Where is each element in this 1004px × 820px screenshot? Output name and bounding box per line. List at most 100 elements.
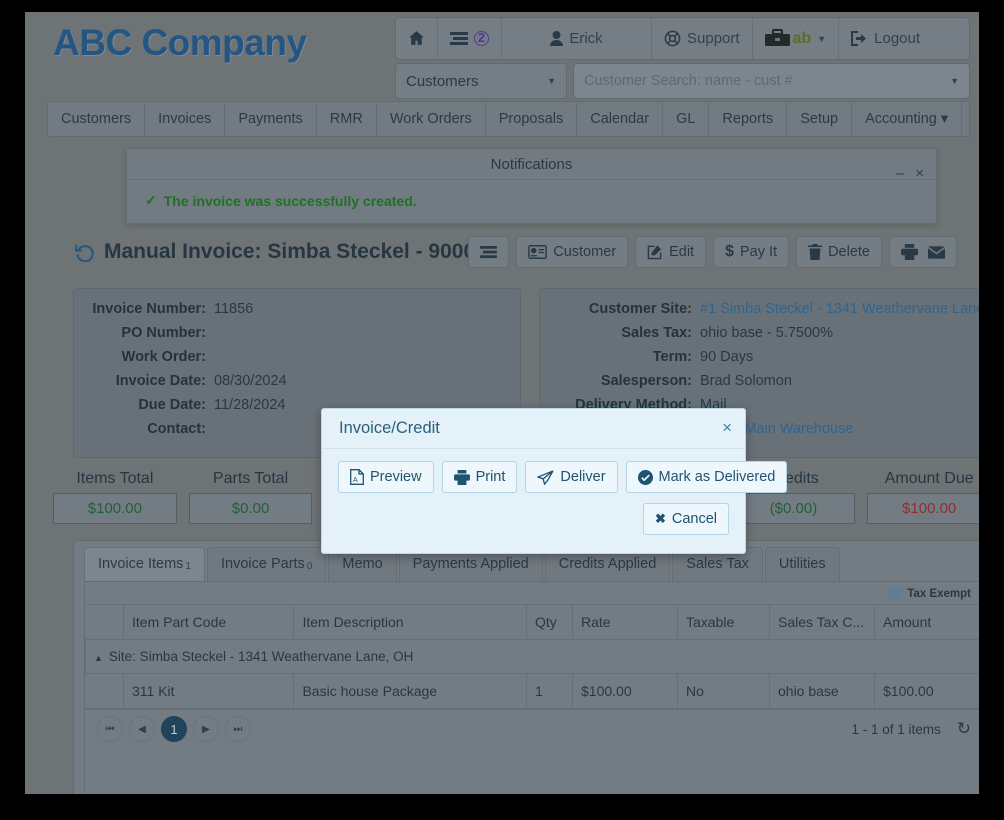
tab-utilities[interactable]: Utilities <box>764 547 840 581</box>
table-row[interactable]: 311 Kit Basic house Package 1 $100.00 No… <box>85 673 979 709</box>
customer-button[interactable]: Customer <box>516 236 629 268</box>
notifications-panel: Notifications – × ✓ The invoice was succ… <box>126 148 937 224</box>
history-icon[interactable] <box>75 243 94 262</box>
first-page-button[interactable]: ⏮ <box>97 716 123 742</box>
total-amount-due: Amount Due $100.00 <box>861 470 979 524</box>
dialog-title: Invoice/Credit <box>339 418 440 437</box>
dialog-body: A Preview Print Deliver Mark as Delivere… <box>322 449 788 493</box>
home-button[interactable] <box>396 18 438 59</box>
logout-button[interactable]: Logout <box>839 18 932 59</box>
nav-calendar[interactable]: Calendar <box>577 102 664 136</box>
group-row-label: Site: Simba Steckel - 1341 Weathervane L… <box>108 649 414 664</box>
field-label: Term: <box>652 349 692 365</box>
nav-gl[interactable]: GL <box>663 102 710 136</box>
svg-text:A: A <box>353 477 358 484</box>
preview-button[interactable]: A Preview <box>338 461 434 493</box>
company-switcher[interactable]: ab ▼ <box>753 18 840 59</box>
nav-work-orders[interactable]: Work Orders <box>377 102 486 136</box>
close-icon[interactable]: × <box>722 418 732 438</box>
nav-rmr[interactable]: RMR <box>317 102 377 136</box>
minimize-icon[interactable]: – <box>896 165 904 182</box>
invoice-credit-dialog: Invoice/Credit × A Preview Print Deliver… <box>321 408 788 554</box>
col-item-description[interactable]: Item Description <box>293 604 527 640</box>
field-value: 11856 <box>214 301 254 317</box>
pay-it-button[interactable]: $ Pay It <box>713 236 790 268</box>
preview-button-label: Preview <box>370 469 422 485</box>
customer-site-link[interactable]: #1 Simba Steckel - 1341 Weathervane Lane <box>700 301 979 318</box>
next-page-button[interactable]: ▶ <box>193 716 219 742</box>
notifications-button[interactable]: 2 <box>438 18 502 59</box>
nav-reports[interactable]: Reports <box>709 102 788 136</box>
col-rate[interactable]: Rate <box>572 604 678 640</box>
col-qty[interactable]: Qty <box>526 604 573 640</box>
paper-plane-icon <box>537 469 554 485</box>
field-label: Contact: <box>147 421 206 437</box>
search-row: Customers ▼ Customer Search: name - cust… <box>395 63 970 99</box>
tab-label: Utilities <box>778 556 826 572</box>
notifications-title: Notifications <box>490 156 573 173</box>
print-button-label: Print <box>475 469 506 485</box>
field-value: 11/28/2024 <box>214 397 286 413</box>
col-taxable[interactable]: Taxable <box>677 604 770 640</box>
logout-icon <box>851 31 868 46</box>
nav-accounting[interactable]: Accounting ▾ <box>852 102 963 136</box>
deliver-button[interactable]: Deliver <box>525 461 618 493</box>
tab-invoice-parts[interactable]: Invoice Parts 0 <box>206 547 327 581</box>
field-value: Brad Solomon <box>700 373 792 389</box>
total-value: ($0.00) <box>731 493 856 524</box>
field-row: Term: 90 Days <box>540 349 979 366</box>
table-header-row: Item Part Code Item Description Qty Rate… <box>85 604 979 640</box>
edit-button[interactable]: Edit <box>635 236 707 268</box>
prev-page-button[interactable]: ◀ <box>129 716 155 742</box>
pencil-square-icon <box>647 244 663 260</box>
cancel-button[interactable]: ✖ Cancel <box>642 503 729 535</box>
page-title-text: Manual Invoice: Simba Steckel - 9000 <box>104 240 476 263</box>
total-label: Items Total <box>76 470 154 487</box>
print-email-button[interactable] <box>889 236 957 268</box>
search-module-select[interactable]: Customers ▼ <box>395 63 567 99</box>
tab-label: Payments Applied <box>412 556 529 572</box>
user-menu[interactable]: Erick <box>502 18 652 59</box>
close-icon[interactable]: × <box>915 165 924 182</box>
group-row[interactable]: ▲ Site: Simba Steckel - 1341 Weathervane … <box>85 639 979 674</box>
field-row: Work Order: <box>74 349 520 366</box>
chevron-down-icon: ▼ <box>817 33 827 44</box>
field-label: Sales Tax: <box>621 325 692 341</box>
pager-info-text: 1 - 1 of 1 items <box>851 721 941 737</box>
support-button[interactable]: Support <box>652 18 753 59</box>
nav-invoices[interactable]: Invoices <box>145 102 226 136</box>
tab-invoice-items[interactable]: Invoice Items 1 <box>84 547 205 581</box>
field-value: ohio base - 5.7500% <box>700 325 834 341</box>
nav-payments[interactable]: Payments <box>225 102 317 136</box>
nav-customers[interactable]: Customers <box>48 102 146 136</box>
page-1-button[interactable]: 1 <box>161 716 187 742</box>
tab-label: Invoice Items <box>98 556 184 572</box>
tab-label: Memo <box>342 556 383 572</box>
invoice-action-buttons: Customer Edit $ Pay It Delete <box>468 236 957 268</box>
company-code-label: ab <box>792 29 812 47</box>
nav-proposals[interactable]: Proposals <box>486 102 578 136</box>
delete-button[interactable]: Delete <box>796 236 882 268</box>
field-row: PO Number: <box>74 325 520 342</box>
global-search-input[interactable]: Customer Search: name - cust # ▼ <box>573 63 970 99</box>
col-sales-tax-code[interactable]: Sales Tax C... <box>769 604 875 640</box>
list-view-button[interactable] <box>468 236 510 268</box>
collapse-caret-icon[interactable]: ▲ <box>94 653 103 663</box>
col-item-part-code[interactable]: Item Part Code <box>122 604 295 640</box>
printer-icon <box>453 469 470 485</box>
field-label: Invoice Number: <box>92 301 206 317</box>
refresh-icon[interactable]: ↻ <box>957 719 971 739</box>
tax-exempt-label: Tax Exempt <box>907 588 971 600</box>
mark-delivered-button[interactable]: Mark as Delivered <box>625 461 788 493</box>
dollar-icon: $ <box>725 243 734 260</box>
dialog-header: Invoice/Credit × <box>322 409 745 449</box>
print-button[interactable]: Print <box>441 461 518 493</box>
nav-setup[interactable]: Setup <box>787 102 853 136</box>
pager-buttons: ⏮ ◀ 1 ▶ ⏭ <box>97 716 251 742</box>
tab-label: Credits Applied <box>558 556 657 572</box>
company-logo: ABC Company <box>53 22 307 63</box>
check-icon: ✓ <box>145 192 157 208</box>
last-page-button[interactable]: ⏭ <box>225 716 251 742</box>
col-amount[interactable]: Amount <box>874 604 979 640</box>
